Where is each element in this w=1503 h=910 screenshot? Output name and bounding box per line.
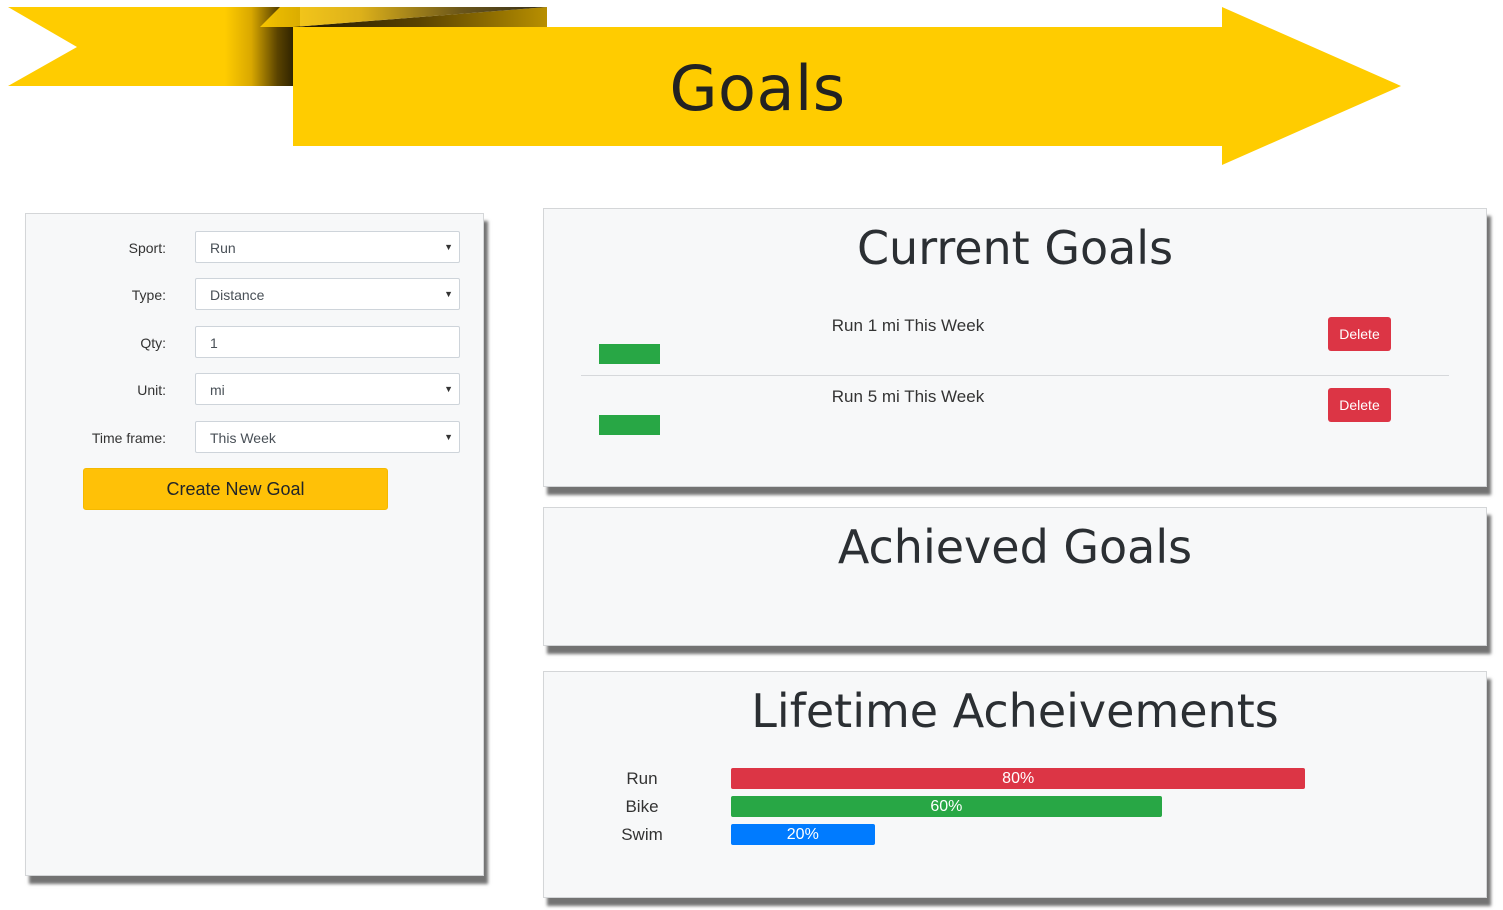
achievement-progress-bar: 20%: [731, 824, 875, 845]
achievement-track: 80%: [731, 768, 1449, 789]
lifetime-achievements-title: Lifetime Acheivements: [751, 684, 1279, 738]
page-title: Goals: [669, 52, 846, 125]
timeframe-row: Time frame: This Week ▼: [26, 421, 483, 455]
sport-label: Sport:: [128, 240, 166, 256]
current-goals-card: Current Goals Run 1 mi This Week Delete …: [543, 208, 1487, 487]
goal-divider: [581, 375, 1449, 376]
qty-input[interactable]: 1: [195, 326, 460, 358]
chevron-down-icon: ▼: [444, 384, 453, 394]
achievement-progress-bar: 60%: [731, 796, 1162, 817]
achievement-label: Bike: [625, 797, 659, 816]
sport-select[interactable]: Run ▼: [195, 231, 460, 263]
qty-label: Qty:: [140, 335, 166, 351]
goal-text: Run 5 mi This Week: [831, 387, 985, 406]
delete-goal-button[interactable]: Delete: [1328, 388, 1391, 422]
unit-label: Unit:: [137, 382, 166, 398]
chevron-down-icon: ▼: [444, 289, 453, 299]
goal-item: Run 5 mi This Week Delete: [581, 381, 1449, 452]
sport-value: Run: [210, 240, 236, 256]
goal-progress-bar: [599, 415, 660, 435]
achievement-progress-bar: 80%: [731, 768, 1306, 789]
new-goal-form: Sport: Run ▼ Type: Distance ▼ Qty: 1 Uni…: [25, 213, 484, 876]
goal-progress-bar: [599, 344, 660, 364]
timeframe-value: This Week: [210, 430, 276, 446]
achievement-row: Swim 20%: [544, 824, 1486, 846]
lifetime-achievements-card: Lifetime Acheivements Run 80% Bike 60% S…: [543, 671, 1487, 898]
achievement-track: 60%: [731, 796, 1449, 817]
delete-goal-button[interactable]: Delete: [1328, 317, 1391, 351]
goals-banner: Goals: [0, 0, 1503, 180]
achievement-label: Swim: [621, 825, 663, 844]
chevron-down-icon: ▼: [444, 432, 453, 442]
type-value: Distance: [210, 287, 265, 303]
goal-text: Run 1 mi This Week: [831, 316, 985, 335]
timeframe-select[interactable]: This Week ▼: [195, 421, 460, 453]
goal-item: Run 1 mi This Week Delete: [581, 310, 1449, 381]
achievement-track: 20%: [731, 824, 1449, 845]
unit-row: Unit: mi ▼: [26, 373, 483, 407]
qty-value: 1: [210, 335, 218, 351]
type-row: Type: Distance ▼: [26, 278, 483, 312]
type-label: Type:: [131, 287, 166, 303]
achieved-goals-title: Achieved Goals: [837, 520, 1193, 574]
type-select[interactable]: Distance ▼: [195, 278, 460, 310]
achievement-row: Run 80%: [544, 768, 1486, 790]
achievement-row: Bike 60%: [544, 796, 1486, 818]
chevron-down-icon: ▼: [444, 242, 453, 252]
unit-value: mi: [210, 382, 225, 398]
timeframe-label: Time frame:: [91, 430, 166, 446]
qty-row: Qty: 1: [26, 326, 483, 360]
sport-row: Sport: Run ▼: [26, 231, 483, 265]
unit-select[interactable]: mi ▼: [195, 373, 460, 405]
current-goals-title: Current Goals: [856, 221, 1174, 275]
create-goal-button[interactable]: Create New Goal: [83, 468, 388, 510]
achieved-goals-card: Achieved Goals: [543, 507, 1487, 646]
achievement-label: Run: [626, 769, 658, 788]
